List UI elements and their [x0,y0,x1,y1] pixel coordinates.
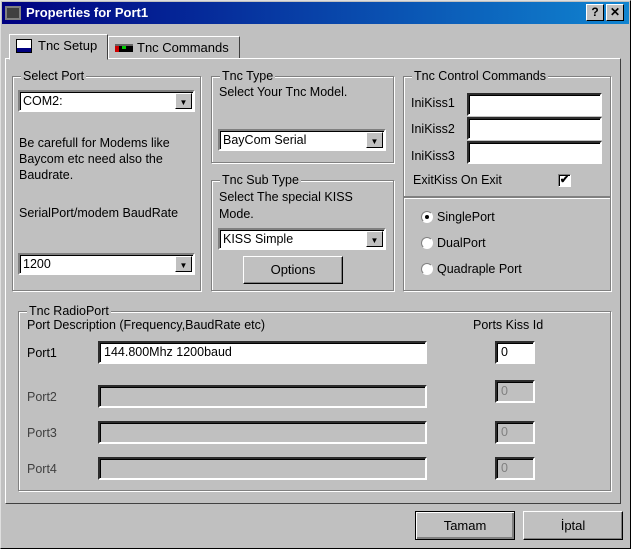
inikiss2-input[interactable] [467,117,602,140]
selected-value: 1200 [23,257,51,271]
window-title: Properties for Port1 [26,5,149,20]
group-legend: Tnc Type [220,69,276,83]
tab-label: Tnc Setup [38,38,98,53]
port2-label: Port2 [27,390,57,404]
group-legend: Tnc Control Commands [412,69,548,83]
selected-value: COM2: [23,94,63,108]
port3-description-input [98,421,427,444]
port1-kiss-id-input[interactable]: 0 [495,341,535,364]
tab-label: Tnc Commands [137,40,229,55]
port3-label: Port3 [27,426,57,440]
kiss-mode-label: Select The special KISS [219,190,353,204]
port4-kiss-id-input: 0 [495,457,535,480]
note-text: Be carefull for Modems like [19,136,170,150]
port1-description-input[interactable]: 144.800Mhz 1200baud [98,341,427,364]
options-button[interactable]: Options [243,256,343,284]
port4-description-input [98,457,427,480]
selected-value: KISS Simple [223,232,294,246]
note-text: Baycom etc need also the [19,152,163,166]
kiss-mode-label: Mode. [219,207,254,221]
port3-kiss-id-input: 0 [495,421,535,444]
tnc-model-label: Select Your Tnc Model. [219,85,348,99]
chevron-down-icon[interactable]: ▼ [366,132,383,148]
inikiss1-input[interactable] [467,93,602,116]
chevron-down-icon[interactable]: ▼ [175,93,192,109]
port1-label: Port1 [27,346,57,360]
port4-label: Port4 [27,462,57,476]
led-icon [122,46,126,49]
inikiss2-label: IniKiss2 [411,122,455,136]
com-port-select[interactable]: COM2: ▼ [18,90,195,112]
quadraple-port-radio[interactable] [421,263,433,275]
inikiss3-label: IniKiss3 [411,149,455,163]
app-icon [5,6,21,20]
group-legend: Tnc RadioPort [27,304,111,318]
baudrate-label: SerialPort/modem BaudRate [19,206,179,220]
port-mode-group [403,197,611,291]
tab-tnc-setup[interactable]: Tnc Setup [9,34,108,60]
cancel-button[interactable]: İptal [523,511,623,540]
kiss-mode-select[interactable]: KISS Simple ▼ [218,228,386,250]
baudrate-select[interactable]: 1200 ▼ [18,253,195,275]
singleport-label: SinglePort [437,210,495,224]
ok-button[interactable]: Tamam [415,511,515,540]
selected-value: BayCom Serial [223,133,307,147]
inikiss1-label: IniKiss1 [411,96,455,110]
note-text: Baudrate. [19,168,74,182]
chevron-down-icon[interactable]: ▼ [175,256,192,272]
inikiss3-input[interactable] [467,141,602,164]
port-description-header: Port Description (Frequency,BaudRate etc… [27,318,266,332]
exitkiss-label: ExitKiss On Exit [413,173,502,187]
tnc-model-select[interactable]: BayCom Serial ▼ [218,129,386,151]
help-button[interactable]: ? [586,4,604,21]
dualport-radio[interactable] [421,237,433,249]
title-bar: Properties for Port1 [2,2,629,24]
group-legend: Select Port [21,69,87,83]
ports-kiss-id-header: Ports Kiss Id [473,318,544,332]
group-legend: Tnc Sub Type [220,173,301,187]
close-button[interactable]: ✕ [606,4,624,21]
port2-kiss-id-input: 0 [495,380,535,403]
port2-description-input [98,385,427,408]
singleport-radio[interactable] [421,211,433,223]
quadraple-port-label: Quadraple Port [437,262,522,276]
tab-tnc-commands[interactable]: Tnc Commands [108,36,240,58]
dualport-label: DualPort [437,236,486,250]
computer-icon [16,39,32,53]
exitkiss-checkbox[interactable]: ✔ [558,174,571,187]
chevron-down-icon[interactable]: ▼ [366,231,383,247]
